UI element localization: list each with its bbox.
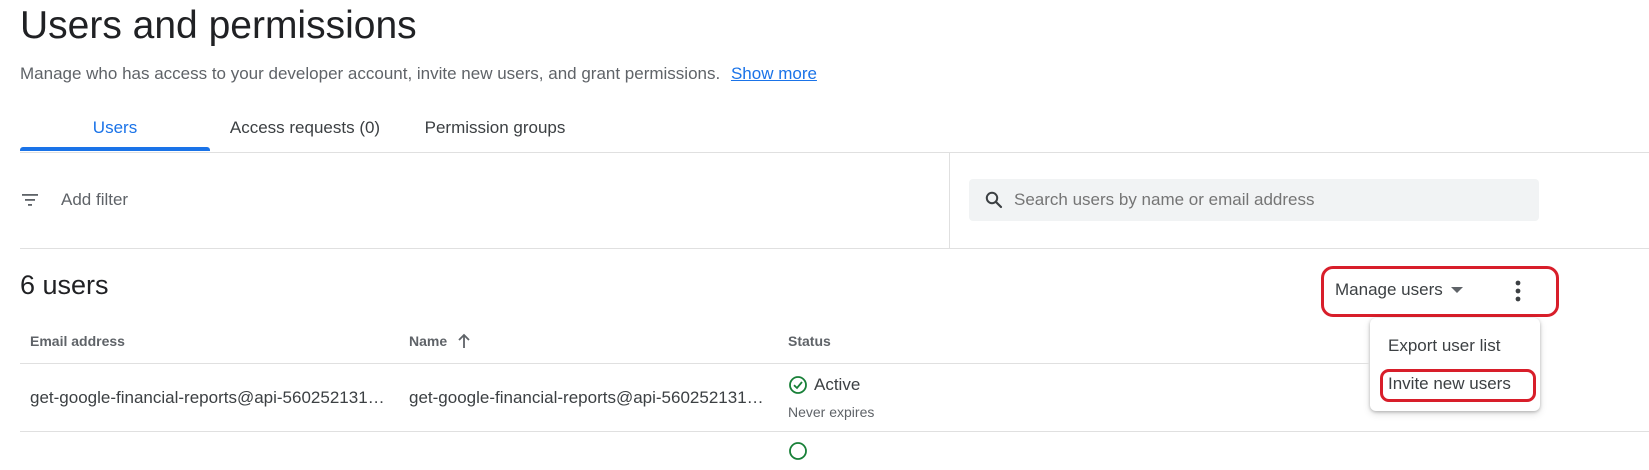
filter-bar-divider xyxy=(20,248,1649,249)
filter-search-divider xyxy=(949,153,950,248)
tab-access-requests[interactable]: Access requests (0) xyxy=(210,118,400,138)
active-tab-indicator xyxy=(20,147,210,151)
more-vert-icon[interactable] xyxy=(1508,278,1528,304)
table-header-divider xyxy=(20,363,1369,364)
search-input[interactable] xyxy=(1014,190,1524,210)
manage-users-button[interactable]: Manage users xyxy=(1335,275,1463,305)
arrow-up-icon xyxy=(458,333,470,348)
row-email: get-google-financial-reports@api-5602521… xyxy=(30,388,385,407)
tabs-divider xyxy=(20,152,1649,153)
column-header-email[interactable]: Email address xyxy=(30,333,125,349)
add-filter-button[interactable]: Add filter xyxy=(61,190,128,210)
show-more-link[interactable]: Show more xyxy=(731,64,817,83)
highlight-invite-new-users xyxy=(1380,369,1536,402)
tab-permission-groups[interactable]: Permission groups xyxy=(400,118,590,138)
column-header-name-label: Name xyxy=(409,333,448,349)
tab-users[interactable]: Users xyxy=(20,118,210,138)
check-circle-icon xyxy=(789,376,807,394)
check-circle-icon xyxy=(788,441,808,466)
search-icon xyxy=(984,190,1004,210)
column-header-name[interactable]: Name xyxy=(409,333,471,349)
row-status: Active xyxy=(788,375,860,395)
page-description: Manage who has access to your developer … xyxy=(20,64,817,84)
manage-users-label: Manage users xyxy=(1335,280,1443,299)
column-header-status[interactable]: Status xyxy=(788,333,831,349)
description-text: Manage who has access to your developer … xyxy=(20,64,721,83)
status-note: Never expires xyxy=(788,404,875,420)
table-row-divider xyxy=(20,431,1649,432)
users-count: 6 users xyxy=(20,270,109,300)
status-label: Active xyxy=(814,375,861,394)
caret-down-icon xyxy=(1450,287,1463,293)
page-title: Users and permissions xyxy=(20,4,417,47)
row-name: get-google-financial-reports@api-5602521… xyxy=(409,388,764,407)
menu-item-export-user-list[interactable]: Export user list xyxy=(1388,336,1500,356)
filter-icon[interactable] xyxy=(20,191,40,209)
